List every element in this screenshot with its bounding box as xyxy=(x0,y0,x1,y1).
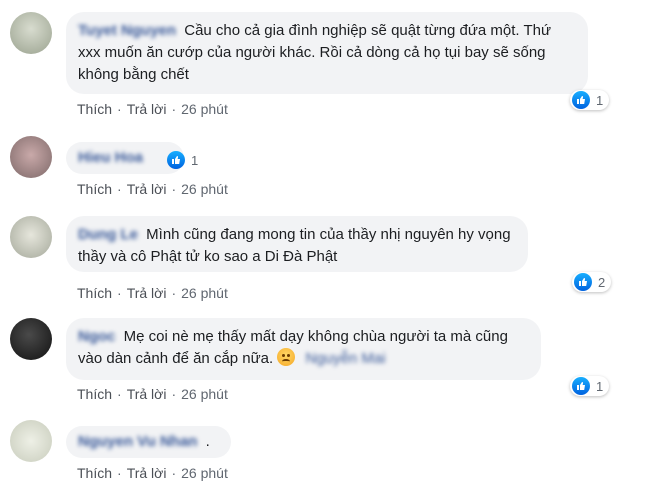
separator: · xyxy=(171,386,177,402)
avatar[interactable] xyxy=(10,12,52,54)
like-link[interactable]: Thích xyxy=(77,285,112,301)
reply-link[interactable]: Trả lời xyxy=(127,465,167,481)
reaction-count-label: 1 xyxy=(596,92,604,108)
comment-actions: Thích · Trả lời · 26 phút xyxy=(77,386,228,402)
reply-link[interactable]: Trả lời xyxy=(127,285,167,301)
comment-bubble: Nguyen Vu Nhan . xyxy=(66,426,231,458)
reaction-count[interactable]: 2 xyxy=(572,272,612,292)
reaction-count[interactable]: 1 xyxy=(165,150,204,170)
timestamp[interactable]: 26 phút xyxy=(181,285,228,301)
comment-actions: Thích · Trả lời · 26 phút xyxy=(77,465,228,481)
comment-author[interactable]: Hieu Hoa xyxy=(78,149,143,166)
timestamp[interactable]: 26 phút xyxy=(181,181,228,197)
comment-author[interactable]: Ngoc xyxy=(78,328,116,345)
separator: · xyxy=(117,386,122,402)
separator: · xyxy=(117,285,122,301)
reply-link[interactable]: Trả lời xyxy=(127,386,167,402)
reaction-count-label: 2 xyxy=(598,274,606,290)
timestamp[interactable]: 26 phút xyxy=(181,386,228,402)
reply-link[interactable]: Trả lời xyxy=(127,181,167,197)
reaction-count-label: 1 xyxy=(191,152,199,168)
separator: · xyxy=(117,101,122,117)
comment-bubble: Dung Le Mình cũng đang mong tin của thầy… xyxy=(66,216,528,272)
reaction-count[interactable]: 1 xyxy=(570,376,610,396)
comment-author[interactable]: Nguyen Vu Nhan xyxy=(78,433,197,450)
thumbs-up-icon xyxy=(572,377,590,395)
comment-author[interactable]: Tuyet Nguyen xyxy=(78,22,176,39)
timestamp[interactable]: 26 phút xyxy=(181,101,228,117)
avatar[interactable] xyxy=(10,318,52,360)
reaction-count[interactable]: 1 xyxy=(570,90,610,110)
separator: · xyxy=(117,181,122,197)
like-link[interactable]: Thích xyxy=(77,465,112,481)
separator: · xyxy=(171,285,177,301)
avatar[interactable] xyxy=(10,420,52,462)
separator: · xyxy=(171,465,177,481)
thumbs-up-icon xyxy=(167,151,185,169)
comment-actions: Thích · Trả lời · 26 phút xyxy=(77,285,228,301)
like-link[interactable]: Thích xyxy=(77,386,112,402)
timestamp[interactable]: 26 phút xyxy=(181,465,228,481)
avatar[interactable] xyxy=(10,136,52,178)
thumbs-up-icon xyxy=(572,91,590,109)
like-link[interactable]: Thích xyxy=(77,181,112,197)
frowning-face-emoji xyxy=(277,348,296,366)
comment-text: . xyxy=(205,433,210,450)
comment-bubble: Tuyet Nguyen Cầu cho cả gia đình nghiệp … xyxy=(66,12,588,94)
separator: · xyxy=(171,181,177,197)
reaction-count-label: 1 xyxy=(596,378,604,394)
comment-actions: Thích · Trả lời · 26 phút xyxy=(77,181,228,197)
avatar[interactable] xyxy=(10,216,52,258)
separator: · xyxy=(171,101,177,117)
separator: · xyxy=(117,465,122,481)
comment-text: Mình cũng đang mong tin của thầy nhị ngu… xyxy=(78,226,511,265)
tagged-user[interactable]: Nguyễn Mai xyxy=(306,350,386,367)
comment-bubble: Ngoc Mẹ coi nè mẹ thấy mất dạy không chù… xyxy=(66,318,541,380)
comment-actions: Thích · Trả lời · 26 phút xyxy=(77,101,228,117)
comment-author[interactable]: Dung Le xyxy=(78,226,138,243)
like-link[interactable]: Thích xyxy=(77,101,112,117)
thumbs-up-icon xyxy=(574,273,592,291)
reply-link[interactable]: Trả lời xyxy=(127,101,167,117)
